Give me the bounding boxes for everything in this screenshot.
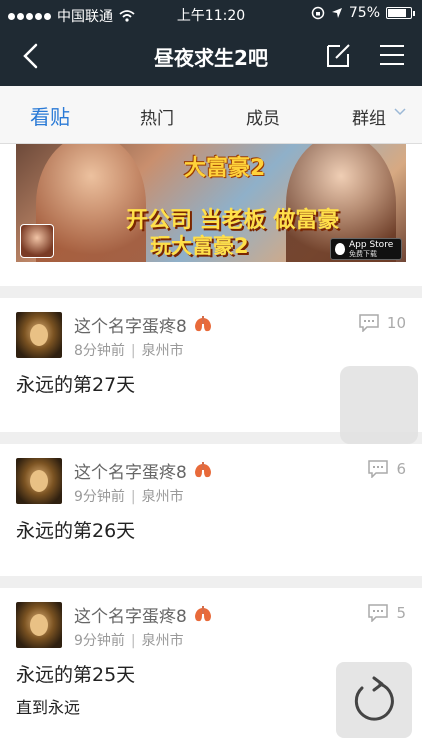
author-name: 这个名字蛋疼8 — [74, 317, 187, 337]
status-right: 75% — [311, 5, 415, 21]
post-time: 9分钟前 — [74, 489, 125, 505]
post-author[interactable]: 这个名字蛋疼8 — [74, 312, 213, 337]
assistive-touch-button[interactable] — [340, 366, 418, 444]
post-author[interactable]: 这个名字蛋疼8 — [74, 602, 213, 627]
post-author[interactable]: 这个名字蛋疼8 — [74, 458, 213, 483]
refresh-button[interactable] — [336, 662, 412, 738]
list-item[interactable]: 这个名字蛋疼8 9分钟前 | 泉州市 6 永远的第26天 — [0, 444, 422, 576]
avatar[interactable] — [16, 602, 62, 648]
post-location: 泉州市 — [141, 343, 184, 359]
forum-tabs: 看贴 热门 成员 群组 — [0, 86, 422, 144]
battery-percent: 75% — [348, 5, 380, 21]
refresh-icon — [354, 676, 394, 721]
avatar[interactable] — [16, 458, 62, 504]
comment-count-value: 5 — [396, 604, 406, 622]
ad-section: 大富豪2 开公司 当老板 做富豪 玩大富豪2 App Store 免费下载 — [0, 144, 422, 286]
tab-hot[interactable]: 热门 — [140, 104, 174, 129]
menu-icon[interactable] — [380, 44, 404, 66]
tab-groups[interactable]: 群组 — [352, 104, 386, 129]
banner-game-logo: 大富豪2 — [184, 156, 266, 181]
post-title[interactable]: 永远的第26天 — [16, 516, 135, 543]
tab-posts[interactable]: 看贴 — [30, 101, 70, 130]
post-meta: 9分钟前 | 泉州市 — [74, 489, 184, 505]
post-meta: 9分钟前 | 泉州市 — [74, 633, 184, 649]
page-title: 昼夜求生2吧 — [154, 46, 268, 70]
post-location: 泉州市 — [141, 633, 184, 649]
lungs-emoji-icon — [194, 461, 211, 477]
author-name: 这个名字蛋疼8 — [74, 463, 187, 483]
top-bar: 中国联通 上午11:20 75% 昼夜求生2吧 — [0, 0, 422, 86]
comment-count-value: 10 — [386, 314, 406, 332]
avatar[interactable] — [16, 312, 62, 358]
status-bar: 中国联通 上午11:20 75% — [0, 0, 422, 28]
comment-count[interactable]: 5 — [368, 604, 406, 622]
lungs-emoji-icon — [194, 315, 211, 331]
app-store-badge[interactable]: App Store 免费下载 — [330, 238, 402, 260]
app-store-sublabel: 免费下载 — [349, 250, 377, 258]
post-body: 直到永远 — [16, 698, 81, 717]
comment-count-value: 6 — [396, 460, 406, 478]
post-meta: 8分钟前 | 泉州市 — [74, 343, 184, 359]
rotation-lock-icon — [311, 6, 325, 20]
comment-count[interactable]: 6 — [368, 460, 406, 478]
lungs-emoji-icon — [194, 605, 211, 621]
comment-icon — [359, 314, 379, 332]
chevron-down-icon[interactable] — [394, 106, 406, 118]
battery-icon — [386, 7, 415, 19]
tab-members[interactable]: 成员 — [246, 104, 280, 129]
comment-count[interactable]: 10 — [359, 314, 406, 332]
comment-icon — [368, 604, 389, 622]
location-arrow-icon — [331, 8, 342, 18]
post-title[interactable]: 永远的第27天 — [16, 370, 135, 397]
banner-app-icon — [20, 224, 54, 258]
comment-icon — [368, 460, 389, 478]
post-location: 泉州市 — [141, 489, 184, 505]
ad-banner[interactable]: 大富豪2 开公司 当老板 做富豪 玩大富豪2 App Store 免费下载 — [16, 144, 406, 262]
apple-icon — [335, 243, 345, 255]
nav-bar: 昼夜求生2吧 — [0, 28, 422, 86]
banner-slogan-2: 玩大富豪2 — [150, 234, 249, 258]
post-title[interactable]: 永远的第25天 — [16, 660, 135, 687]
author-name: 这个名字蛋疼8 — [74, 607, 187, 627]
compose-icon[interactable] — [326, 42, 352, 68]
post-time: 8分钟前 — [74, 343, 125, 359]
app-store-label: App Store — [349, 240, 394, 250]
post-time: 9分钟前 — [74, 633, 125, 649]
